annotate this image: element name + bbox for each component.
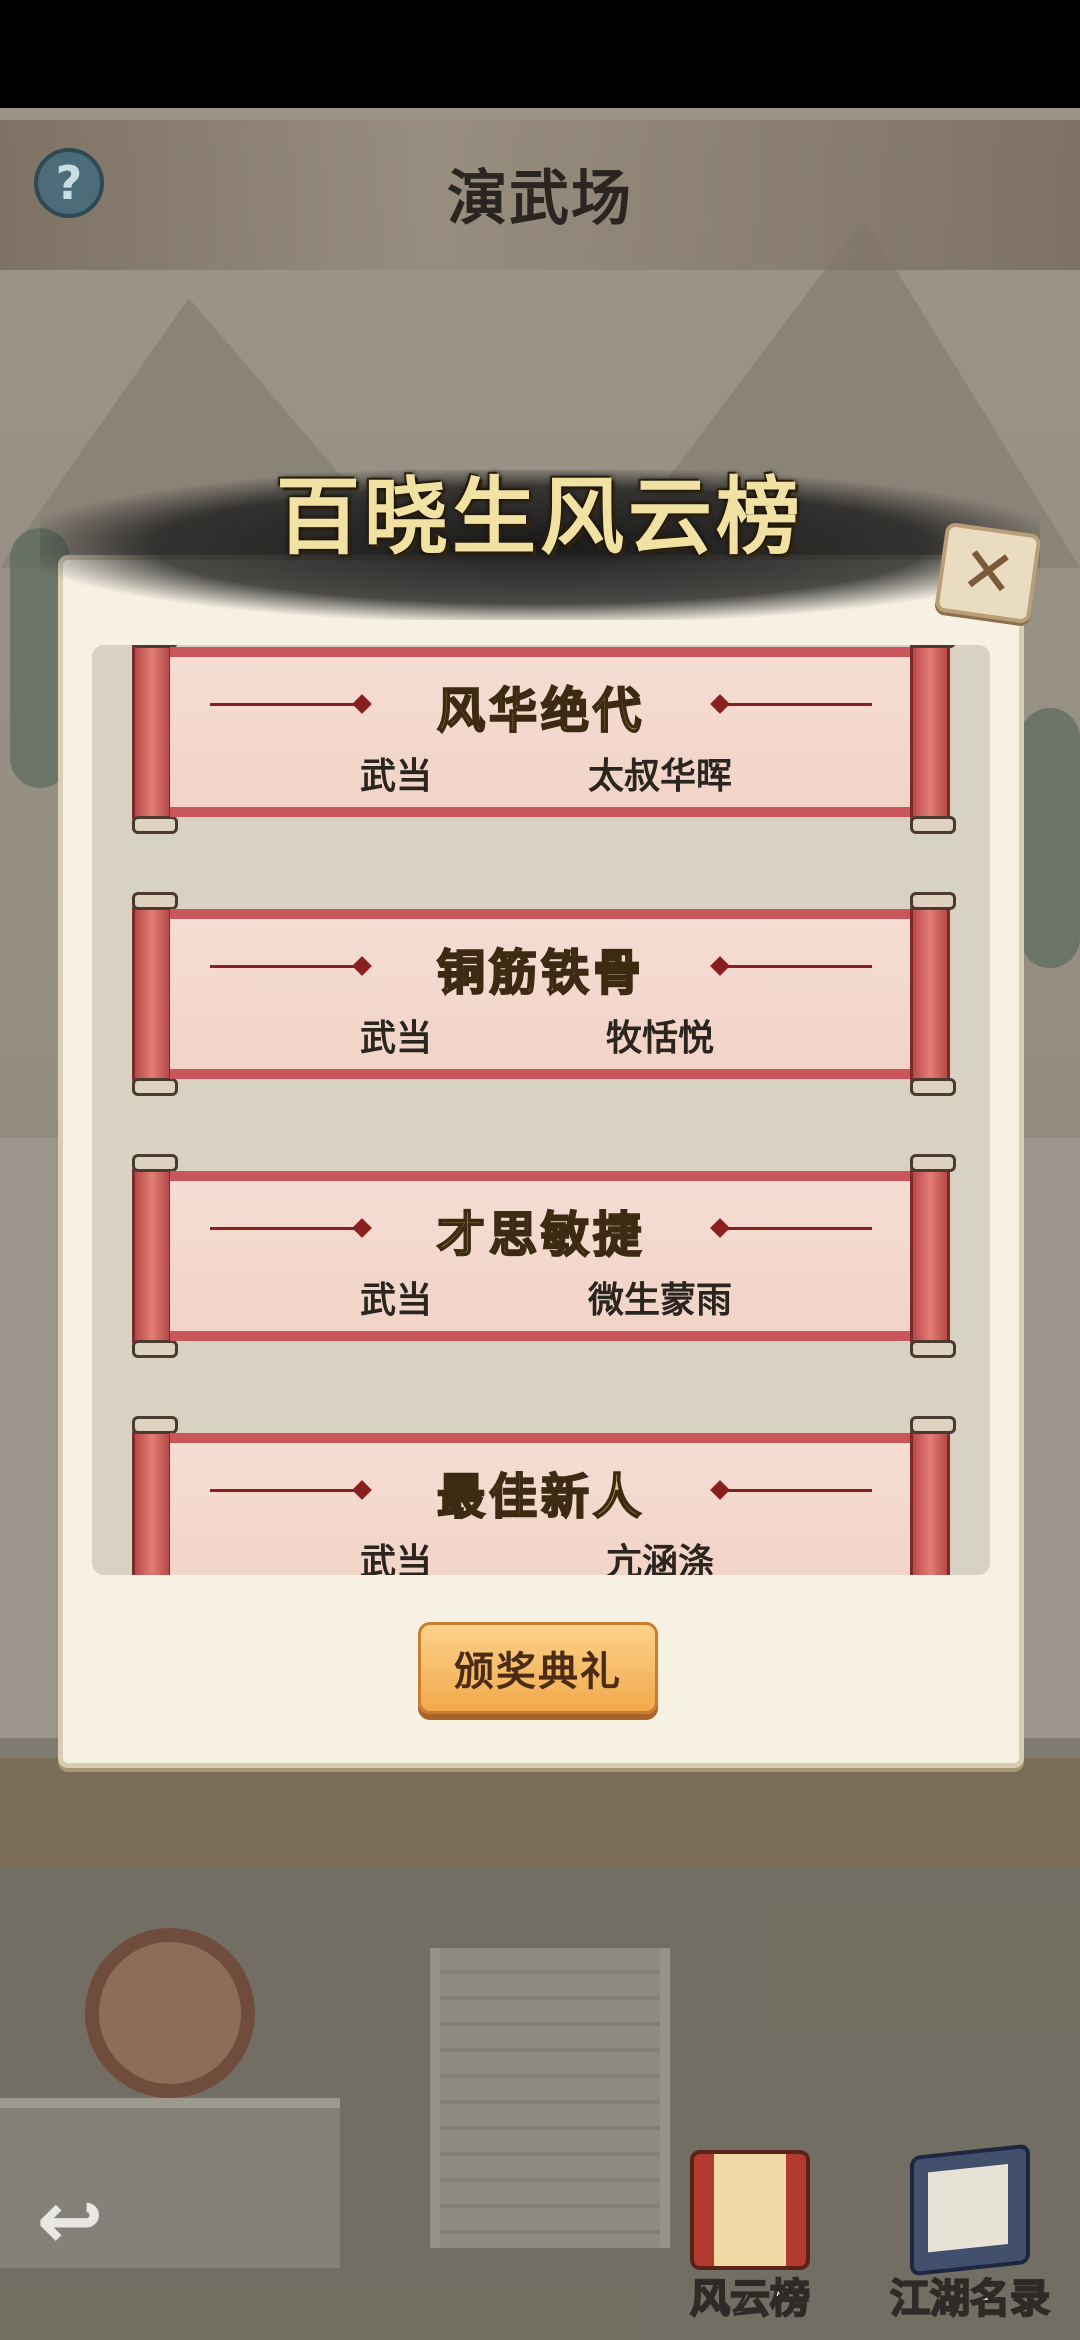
award-title: 风华绝代 <box>436 682 645 740</box>
scroll-icon <box>690 2150 810 2270</box>
nav-label: 江湖名录 <box>889 2274 1051 2323</box>
modal-title: 百晓生风云榜 <box>275 467 804 566</box>
award-scroll: 铜筋铁骨 武当 牧恬悦 <box>132 892 956 1096</box>
award-scroll: 才思敏捷 武当 微生蒙雨 <box>132 1154 956 1358</box>
scroll-roller <box>910 1416 956 1575</box>
award-winner: 太叔华晖 <box>587 756 732 797</box>
award-sect: 武当 <box>360 1280 433 1321</box>
close-button[interactable]: ✕ <box>934 521 1042 625</box>
award-winner: 牧恬悦 <box>605 1018 714 1059</box>
award-title: 铜筋铁骨 <box>436 944 645 1002</box>
close-icon: ✕ <box>956 532 1020 614</box>
nav-rankings-button[interactable]: 风云榜 <box>660 2150 840 2330</box>
award-winner: 微生蒙雨 <box>587 1280 732 1321</box>
back-arrow-icon[interactable]: ↩ <box>10 2170 130 2270</box>
award-ceremony-button[interactable]: 颁奖典礼 <box>418 1622 658 1714</box>
scroll-roller <box>132 892 178 1096</box>
page-title: 演武场 <box>447 164 633 234</box>
scroll-roller <box>910 645 956 834</box>
award-scroll: 风华绝代 武当 太叔华晖 } <box>132 645 956 834</box>
scroll-roller <box>910 892 956 1096</box>
nav-label: 风云榜 <box>689 2274 811 2323</box>
nav-directory-button[interactable]: 江湖名录 <box>880 2143 1060 2330</box>
award-scroll: 最佳新人 武当 亢涵涤 <box>132 1416 956 1575</box>
status-bar <box>0 0 1080 108</box>
award-title: 最佳新人 <box>436 1468 645 1526</box>
award-sect: 武当 <box>360 756 433 797</box>
award-sect: 武当 <box>360 1018 433 1059</box>
scroll-roller <box>132 1154 178 1358</box>
award-winner: 亢涵涤 <box>605 1542 714 1575</box>
scroll-roller <box>910 1154 956 1358</box>
scroll-roller <box>132 1416 178 1575</box>
scroll-roller <box>132 645 178 834</box>
awards-list[interactable]: 风华绝代 武当 太叔华晖 } 铜筋铁骨 武当 牧恬悦 才思敏捷 武当 微生蒙雨 <box>92 645 990 1575</box>
award-sect: 武当 <box>360 1542 433 1575</box>
book-icon <box>910 2143 1030 2277</box>
award-title: 才思敏捷 <box>436 1206 645 1264</box>
